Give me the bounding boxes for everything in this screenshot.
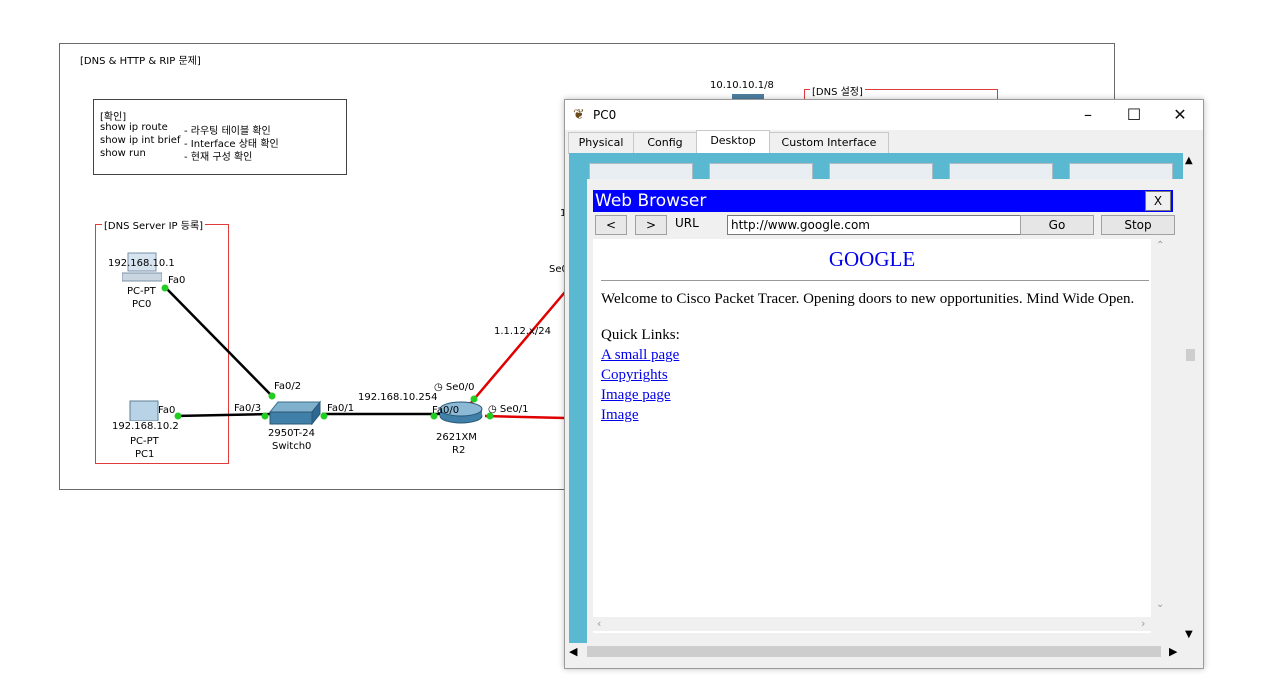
switch-icon xyxy=(268,400,322,426)
scroll-thumb[interactable] xyxy=(587,646,1161,657)
link-router-right-serial xyxy=(484,414,566,420)
link-pc1-switch xyxy=(174,412,273,418)
browser-close-button[interactable]: X xyxy=(1145,191,1171,211)
router-lan-port: Fa0/0 xyxy=(432,405,460,416)
browser-titlebar: Web Browser X xyxy=(593,190,1173,212)
scroll-right-icon[interactable]: › xyxy=(1141,617,1145,630)
pc1-ip: 192.168.10.2 xyxy=(112,421,179,432)
browser-page: GOOGLE Welcome to Cisco Packet Tracer. O… xyxy=(593,239,1151,633)
pc0-model: PC-PT xyxy=(127,286,156,297)
close-button[interactable]: ✕ xyxy=(1157,100,1203,130)
scroll-left-icon[interactable]: ◀ xyxy=(569,645,577,658)
scroll-up-icon[interactable]: ⌃ xyxy=(1156,240,1164,251)
link-image[interactable]: Image xyxy=(601,407,638,424)
scroll-thumb[interactable] xyxy=(1186,349,1195,361)
pc0-ip: 192.168.10.1 xyxy=(108,258,175,269)
page-divider xyxy=(601,280,1149,281)
page-heading: GOOGLE xyxy=(828,247,916,271)
pc1-port: Fa0 xyxy=(158,405,176,416)
go-button[interactable]: Go xyxy=(1020,215,1094,235)
link-small-page[interactable]: A small page xyxy=(601,347,679,364)
clock-icon: ◷ xyxy=(488,404,497,415)
desktop-horizontal-scrollbar[interactable]: ◀ ▶ xyxy=(565,643,1185,661)
switch-port-pc1: Fa0/3 xyxy=(234,403,262,414)
link-pc0-switch xyxy=(164,286,273,397)
forward-button[interactable]: > xyxy=(635,215,667,235)
maximize-button[interactable]: ☐ xyxy=(1111,100,1157,130)
minimize-button[interactable]: – xyxy=(1065,100,1111,130)
desktop-vertical-scrollbar[interactable]: ▲ ▼ xyxy=(1183,153,1199,643)
scroll-down-icon[interactable]: ▼ xyxy=(1185,629,1193,640)
back-button[interactable]: < xyxy=(595,215,627,235)
scroll-right-icon[interactable]: ▶ xyxy=(1169,645,1177,658)
link-router-up-serial xyxy=(469,291,566,405)
switch-port-pc0: Fa0/2 xyxy=(274,381,302,392)
pc0-window[interactable]: ❦ PC0 – ☐ ✕ Physical Config Desktop Cust… xyxy=(564,99,1204,669)
switch-port-router: Fa0/1 xyxy=(327,403,355,414)
port-led xyxy=(268,392,276,400)
link-copyrights[interactable]: Copyrights xyxy=(601,367,668,384)
url-input[interactable]: http://www.google.com xyxy=(727,215,1038,235)
stop-button[interactable]: Stop xyxy=(1101,215,1175,235)
port-led xyxy=(174,412,182,420)
clock-icon: ◷ xyxy=(434,382,443,393)
page-horizontal-scrollbar[interactable]: ‹ › xyxy=(593,617,1151,631)
browser-title: Web Browser xyxy=(595,191,707,211)
pc1-name: PC1 xyxy=(135,449,155,460)
tab-physical[interactable]: Physical xyxy=(568,132,634,154)
scroll-down-icon[interactable]: ⌄ xyxy=(1156,599,1164,610)
url-label: URL xyxy=(675,216,699,230)
switch-name: Switch0 xyxy=(272,441,312,452)
pc0-device[interactable] xyxy=(121,249,163,289)
pc0-port: Fa0 xyxy=(168,275,186,286)
tab-config[interactable]: Config xyxy=(633,132,697,154)
window-titlebar[interactable]: ❦ PC0 – ☐ ✕ xyxy=(565,100,1203,130)
quick-links-label: Quick Links: xyxy=(601,327,680,343)
router-port-up: ◷ Se0/0 xyxy=(434,382,475,393)
scroll-up-icon[interactable]: ▲ xyxy=(1185,155,1193,166)
router-model: 2621XM xyxy=(436,432,477,443)
switch-model: 2950T-24 xyxy=(268,428,315,439)
router-port-right-label: Se0/1 xyxy=(499,404,529,415)
wan-network-label: 1.1.12.x/24 xyxy=(494,326,551,337)
pc0-name: PC0 xyxy=(132,299,152,310)
router-lan-ip: 192.168.10.254 xyxy=(358,392,438,403)
router-port-up-label: Se0/0 xyxy=(445,382,475,393)
scroll-left-icon[interactable]: ‹ xyxy=(597,617,601,630)
window-title: PC0 xyxy=(593,108,617,122)
router-name: R2 xyxy=(452,445,466,456)
tab-custom-interface[interactable]: Custom Interface xyxy=(769,132,889,154)
welcome-text: Welcome to Cisco Packet Tracer. Opening … xyxy=(601,291,1135,307)
pc1-model: PC-PT xyxy=(130,436,159,447)
tab-desktop[interactable]: Desktop xyxy=(696,130,770,154)
switch0-device[interactable] xyxy=(268,400,322,430)
page-vertical-scrollbar[interactable]: ⌃ ⌄ xyxy=(1154,239,1168,615)
router-port-right: ◷ Se0/1 xyxy=(488,404,529,415)
link-image-page[interactable]: Image page xyxy=(601,387,671,404)
packet-tracer-app-icon: ❦ xyxy=(573,107,585,123)
web-browser-app[interactable]: Web Browser X < > URL http://www.google.… xyxy=(587,179,1183,643)
